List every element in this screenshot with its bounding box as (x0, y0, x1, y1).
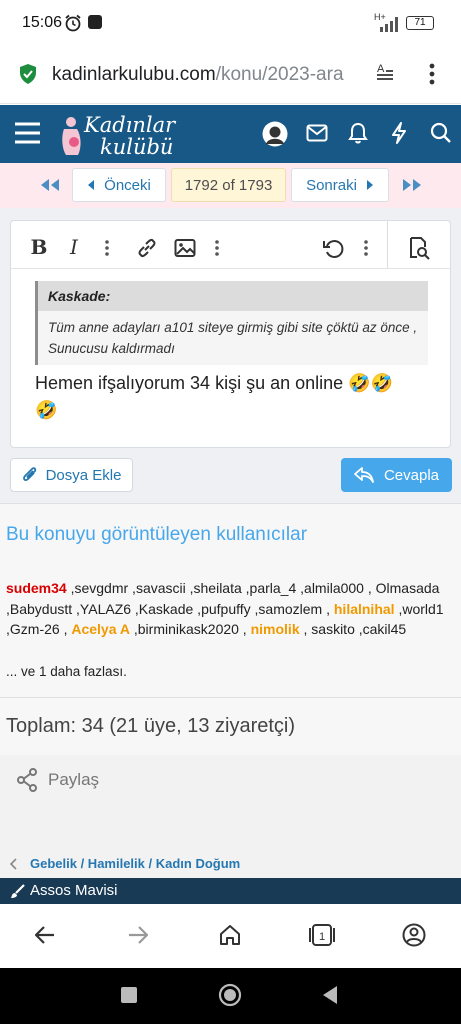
more-vert-icon[interactable] (428, 62, 436, 86)
prev-page-button[interactable]: Önceki (72, 168, 166, 202)
viewer-link[interactable]: sudem34 (6, 580, 67, 596)
battery-icon: 71 (406, 16, 434, 30)
reply-text-line1[interactable]: Hemen ifşalıyorum 34 kişi şu an online 🤣… (35, 373, 445, 394)
signal-icon (380, 17, 398, 32)
more-text-options-icon[interactable] (104, 239, 110, 257)
last-page-icon[interactable] (402, 179, 422, 191)
link-icon[interactable] (136, 237, 158, 259)
reply-arrow-icon (354, 467, 374, 483)
site-logo[interactable]: Kadınlar kulübü (58, 111, 178, 159)
search-icon[interactable] (430, 122, 452, 144)
prev-page-label: Önceki (104, 176, 151, 194)
url-path: /konu/2023-ara (215, 64, 344, 85)
alarm-icon (65, 14, 81, 32)
first-page-icon[interactable] (40, 179, 60, 191)
quote-header: Kaskade: (38, 281, 428, 311)
whats-new-bolt-icon[interactable] (391, 122, 407, 144)
chevron-right-icon (366, 180, 373, 190)
quote-block: Kaskade: Tüm anne adayları a101 siteye g… (35, 281, 428, 365)
home-circle-icon[interactable] (218, 983, 242, 1007)
logo-figure-icon (62, 117, 81, 155)
reply-editor-area: B I Kaskade: Tüm anne adayları a101 site… (0, 208, 461, 503)
viewers-list: sudem34 ,sevgdmr ,savascii ,sheilata ,pa… (6, 578, 451, 640)
style-label: Assos Mavisi (30, 882, 118, 899)
svg-text:A: A (377, 63, 385, 75)
app-notification-icon (88, 15, 102, 29)
reply-button[interactable]: Cevapla (341, 458, 452, 492)
bold-icon[interactable]: B (27, 235, 51, 259)
reply-text-line2[interactable]: 🤣 (35, 400, 57, 421)
user-avatar[interactable] (262, 121, 288, 147)
chevron-left-icon (9, 858, 17, 870)
viewer-link[interactable]: hilalnihal (334, 601, 395, 617)
chevron-left-icon (88, 180, 95, 190)
url-domain: kadinlarkulubu.com (52, 64, 216, 85)
viewers-more: ... ve 1 daha fazlası. (6, 664, 127, 679)
breadcrumb-link[interactable]: Gebelik / Hamilelik / Kadın Doğum (30, 856, 240, 871)
share-icon (17, 768, 37, 792)
paint-brush-icon (11, 884, 25, 898)
page-indicator[interactable]: 1792 of 1793 (171, 168, 286, 202)
quote-author: Kaskade: (48, 288, 111, 304)
preview-icon[interactable] (407, 236, 431, 260)
home-icon[interactable] (219, 924, 241, 946)
attach-file-button[interactable]: Dosya Ekle (10, 458, 133, 492)
account-icon[interactable] (402, 923, 426, 947)
tabs-icon[interactable]: 1 (308, 923, 336, 947)
share-button[interactable]: Paylaş (16, 767, 99, 793)
back-arrow-icon[interactable] (35, 926, 55, 944)
forward-arrow-icon[interactable] (128, 926, 148, 944)
viewer-link[interactable]: nimolik (251, 621, 300, 637)
next-page-button[interactable]: Sonraki (291, 168, 389, 202)
online-totals: Toplam: 34 (21 üye, 13 ziyaretçi) (0, 697, 461, 755)
inbox-envelope-icon[interactable] (306, 124, 328, 142)
logo-text-line2: kulübü (100, 135, 174, 159)
quote-text: Tüm anne adayları a101 siteye girmiş gib… (48, 320, 418, 356)
viewers-section: Bu konuyu görüntüleyen kullanıcılar sude… (0, 503, 461, 697)
toolbar-divider (387, 221, 388, 268)
next-page-label: Sonraki (306, 176, 357, 194)
site-header: Kadınlar kulübü (0, 105, 461, 163)
viewers-title: Bu konuyu görüntüleyen kullanıcılar (6, 524, 308, 545)
attach-file-label: Dosya Ekle (45, 466, 122, 484)
status-time: 15:06 (22, 14, 63, 31)
logo-text-line1: Kadınlar (84, 113, 176, 137)
url-field[interactable]: kadinlarkulubu.com/konu/2023-ara (52, 64, 362, 88)
viewer-names-text: , saskito ,cakil45 (299, 621, 407, 637)
recents-icon[interactable] (121, 987, 137, 1003)
share-label: Paylaş (48, 770, 100, 789)
pagination: Önceki 1792 of 1793 Sonraki (0, 163, 461, 208)
status-bar: 15:06 H+ 71 (0, 0, 461, 46)
style-chooser[interactable]: Assos Mavisi (0, 878, 461, 904)
page-info: 1792 of 1793 (184, 176, 273, 194)
notifications-bell-icon[interactable] (348, 122, 368, 144)
undo-icon[interactable] (322, 237, 344, 259)
reader-mode-icon[interactable]: A (374, 62, 396, 84)
breadcrumb: Gebelik / Hamilelik / Kadın Doğum (0, 848, 461, 878)
reply-button-label: Cevapla (383, 466, 440, 484)
viewer-names-text: ,birminikask2020 , (129, 621, 251, 637)
browser-url-bar: kadinlarkulubu.com/konu/2023-ara A (0, 46, 461, 104)
more-options-icon[interactable] (363, 239, 369, 257)
toolbar-separator (11, 268, 450, 269)
share-section: Paylaş (0, 755, 461, 848)
secure-lock-icon[interactable] (18, 63, 38, 85)
paperclip-icon (22, 467, 36, 481)
system-nav-bar (0, 968, 461, 1024)
more-insert-options-icon[interactable] (214, 239, 220, 257)
totals-text: Toplam: 34 (21 üye, 13 ziyaretçi) (6, 715, 296, 737)
viewer-link[interactable]: Acelya A (71, 621, 130, 637)
editor-box: B I Kaskade: Tüm anne adayları a101 site… (10, 220, 451, 448)
insert-image-icon[interactable] (174, 238, 196, 258)
svg-text:1: 1 (319, 931, 325, 943)
back-triangle-icon[interactable] (321, 985, 339, 1005)
browser-bottom-nav: 1 (0, 904, 461, 968)
hamburger-menu-icon[interactable] (14, 122, 41, 144)
italic-icon[interactable]: I (62, 235, 86, 259)
